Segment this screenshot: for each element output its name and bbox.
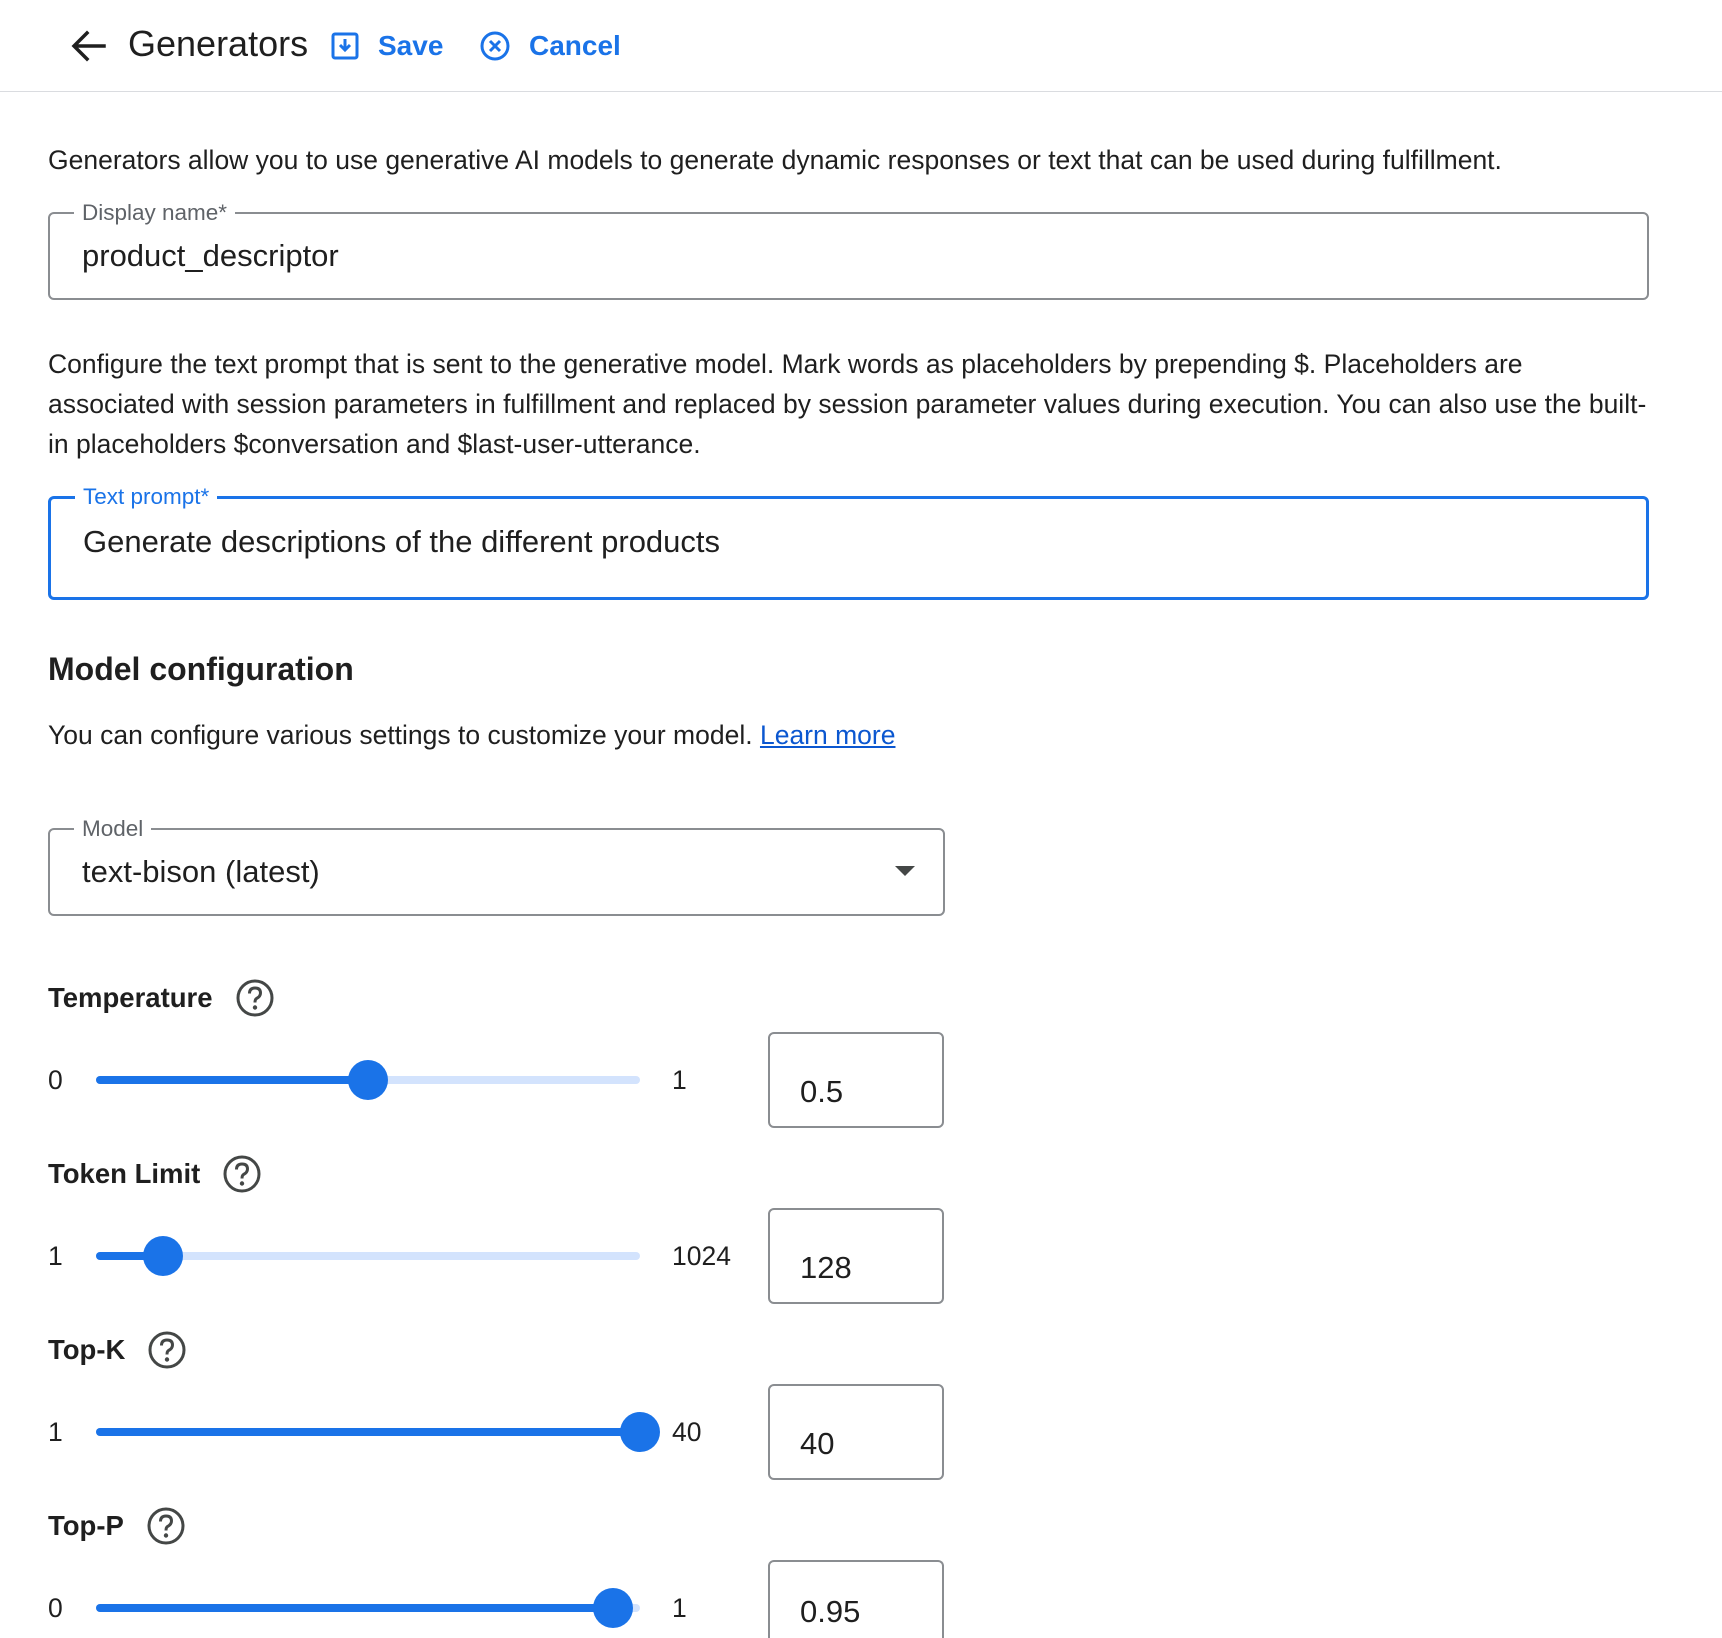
learn-more-link[interactable]: Learn more <box>760 720 896 750</box>
token-limit-min: 1 <box>48 1241 63 1271</box>
token-limit-slider[interactable] <box>96 1236 640 1276</box>
temperature-min: 0 <box>48 1065 63 1095</box>
slider-thumb[interactable] <box>348 1060 388 1100</box>
cancel-button[interactable]: Cancel <box>479 26 621 66</box>
display-name-field[interactable]: Display name* product_descriptor <box>48 199 1649 300</box>
top-p-min: 0 <box>48 1593 63 1623</box>
save-button[interactable]: Save <box>330 26 443 66</box>
top-app-bar: Generators Save Cancel <box>0 0 1722 92</box>
back-button[interactable] <box>66 26 110 66</box>
model-config-help: You can configure various settings to cu… <box>48 715 928 755</box>
text-prompt-field[interactable]: Text prompt* Generate descriptions of th… <box>48 483 1649 600</box>
model-select[interactable]: Model text-bison (latest) <box>48 815 945 916</box>
text-prompt-value[interactable]: Generate descriptions of the different p… <box>83 522 720 562</box>
top-p-max: 1 <box>672 1593 687 1623</box>
help-icon[interactable] <box>235 978 275 1018</box>
save-icon <box>330 31 360 61</box>
token-limit-label-row: Token Limit <box>48 1154 262 1194</box>
top-p-label-row: Top-P <box>48 1506 186 1546</box>
slider-fill <box>96 1428 640 1436</box>
temperature-label-row: Temperature <box>48 978 275 1018</box>
top-k-min: 1 <box>48 1417 63 1447</box>
temperature-label: Temperature <box>48 982 213 1013</box>
text-prompt-label: Text prompt* <box>75 483 218 511</box>
model-label: Model <box>74 815 152 843</box>
token-limit-label: Token Limit <box>48 1158 201 1189</box>
help-icon[interactable] <box>146 1506 186 1546</box>
page-title: Generators <box>128 23 309 64</box>
display-name-value[interactable]: product_descriptor <box>82 236 339 276</box>
top-p-input[interactable] <box>768 1560 944 1638</box>
top-k-max: 40 <box>672 1417 702 1447</box>
help-icon[interactable] <box>147 1330 187 1370</box>
top-k-label: Top-K <box>48 1334 126 1365</box>
temperature-max: 1 <box>672 1065 687 1095</box>
top-k-label-row: Top-K <box>48 1330 187 1370</box>
slider-fill <box>96 1076 368 1084</box>
temperature-input[interactable] <box>768 1032 944 1128</box>
token-limit-input[interactable] <box>768 1208 944 1304</box>
cancel-icon <box>479 30 511 62</box>
token-limit-max: 1024 <box>672 1241 731 1271</box>
display-name-label: Display name* <box>74 199 236 227</box>
model-config-help-text: You can configure various settings to cu… <box>48 720 753 750</box>
model-config-title: Model configuration <box>48 651 354 687</box>
model-value: text-bison (latest) <box>82 854 320 889</box>
slider-thumb[interactable] <box>592 1588 633 1628</box>
top-p-label: Top-P <box>48 1510 124 1541</box>
arrow-back-icon <box>70 30 106 62</box>
help-icon[interactable] <box>222 1154 262 1194</box>
top-p-slider[interactable] <box>96 1588 640 1628</box>
top-k-input[interactable] <box>768 1384 944 1480</box>
save-label: Save <box>378 30 444 61</box>
dropdown-arrow-icon <box>895 866 915 876</box>
temperature-slider[interactable] <box>96 1060 640 1100</box>
top-k-slider[interactable] <box>96 1412 660 1452</box>
prompt-help-text: Configure the text prompt that is sent t… <box>48 349 1647 459</box>
slider-thumb[interactable] <box>143 1236 184 1276</box>
slider-thumb[interactable] <box>620 1412 660 1452</box>
intro-text: Generators allow you to use generative A… <box>48 145 1502 175</box>
slider-fill <box>96 1604 613 1612</box>
cancel-label: Cancel <box>529 30 621 61</box>
